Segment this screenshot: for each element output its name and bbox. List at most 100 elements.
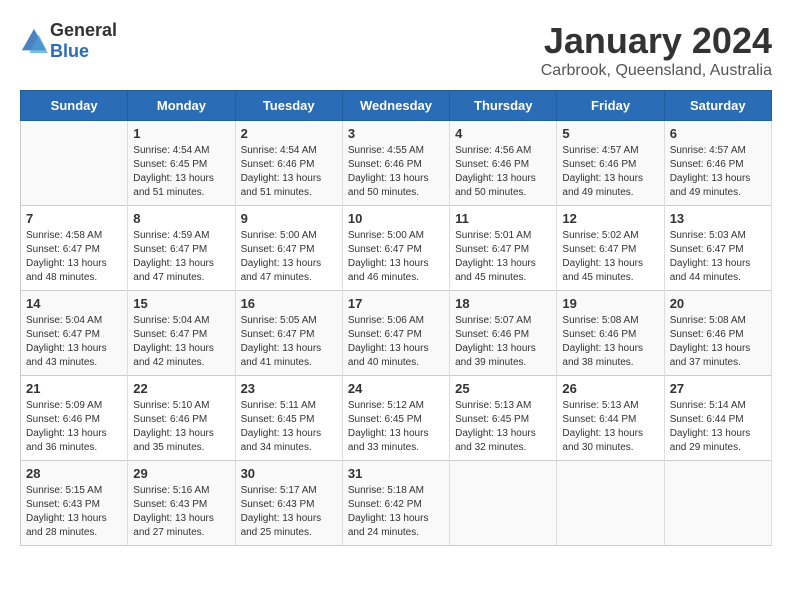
cell-content: Sunrise: 5:09 AMSunset: 6:46 PMDaylight:… xyxy=(26,399,122,455)
sunset-text: Sunset: 6:45 PM xyxy=(241,414,315,425)
daylight-text: Daylight: 13 hours and 51 minutes. xyxy=(133,173,214,198)
sunset-text: Sunset: 6:46 PM xyxy=(670,329,744,340)
sunset-text: Sunset: 6:43 PM xyxy=(241,499,315,510)
day-number: 6 xyxy=(670,126,766,141)
daylight-text: Daylight: 13 hours and 39 minutes. xyxy=(455,343,536,368)
sunset-text: Sunset: 6:46 PM xyxy=(455,329,529,340)
day-number: 15 xyxy=(133,296,229,311)
sunrise-text: Sunrise: 5:00 AM xyxy=(241,230,317,241)
weekday-header-row: SundayMondayTuesdayWednesdayThursdayFrid… xyxy=(21,91,772,121)
cell-content: Sunrise: 5:04 AMSunset: 6:47 PMDaylight:… xyxy=(26,314,122,370)
weekday-header: Friday xyxy=(557,91,664,121)
weekday-header: Tuesday xyxy=(235,91,342,121)
cell-content: Sunrise: 5:18 AM Sunset: 6:42 PM Daylight:… xyxy=(348,484,444,540)
cell-content: Sunrise: 5:08 AMSunset: 6:46 PMDaylight:… xyxy=(562,314,658,370)
day-number: 8 xyxy=(133,211,229,226)
sunrise-text: Sunrise: 5:18 AM xyxy=(348,485,424,496)
sunset-text: Sunset: 6:47 PM xyxy=(348,244,422,255)
sunrise-text: Sunrise: 5:14 AM xyxy=(670,400,746,411)
sunrise-text: Sunrise: 4:57 AM xyxy=(562,145,638,156)
day-number: 7 xyxy=(26,211,122,226)
daylight-text: Daylight: 13 hours and 27 minutes. xyxy=(133,513,214,538)
calendar-cell: 9Sunrise: 5:00 AMSunset: 6:47 PMDaylight… xyxy=(235,206,342,291)
logo-general-text: General xyxy=(50,20,117,40)
calendar-cell: 8Sunrise: 4:59 AMSunset: 6:47 PMDaylight… xyxy=(128,206,235,291)
calendar-week-row: 28Sunrise: 5:15 AMSunset: 6:43 PMDayligh… xyxy=(21,461,772,546)
month-title: January 2024 xyxy=(541,20,772,62)
weekday-header: Saturday xyxy=(664,91,771,121)
sunset-text: Sunset: 6:47 PM xyxy=(133,329,207,340)
weekday-header: Sunday xyxy=(21,91,128,121)
cell-content: Sunrise: 4:57 AMSunset: 6:46 PMDaylight:… xyxy=(562,144,658,200)
daylight-text: Daylight: 13 hours and 42 minutes. xyxy=(133,343,214,368)
cell-content: Sunrise: 5:16 AMSunset: 6:43 PMDaylight:… xyxy=(133,484,229,540)
sunset-text: Sunset: 6:42 PM xyxy=(348,499,422,510)
calendar-cell: 28Sunrise: 5:15 AMSunset: 6:43 PMDayligh… xyxy=(21,461,128,546)
day-number: 31 xyxy=(348,466,444,481)
cell-content: Sunrise: 5:01 AMSunset: 6:47 PMDaylight:… xyxy=(455,229,551,285)
sunrise-text: Sunrise: 5:11 AM xyxy=(241,400,316,411)
day-number: 3 xyxy=(348,126,444,141)
day-number: 24 xyxy=(348,381,444,396)
calendar-cell: 16Sunrise: 5:05 AMSunset: 6:47 PMDayligh… xyxy=(235,291,342,376)
sunset-text: Sunset: 6:47 PM xyxy=(455,244,529,255)
day-number: 18 xyxy=(455,296,551,311)
sunset-text: Sunset: 6:44 PM xyxy=(562,414,636,425)
day-number: 29 xyxy=(133,466,229,481)
sunrise-text: Sunrise: 5:05 AM xyxy=(241,315,317,326)
day-number: 17 xyxy=(348,296,444,311)
calendar-cell: 25Sunrise: 5:13 AMSunset: 6:45 PMDayligh… xyxy=(450,376,557,461)
calendar-cell: 22Sunrise: 5:10 AMSunset: 6:46 PMDayligh… xyxy=(128,376,235,461)
daylight-text: Daylight: 13 hours and 33 minutes. xyxy=(348,428,429,453)
sunrise-text: Sunrise: 4:58 AM xyxy=(26,230,102,241)
sunset-text: Sunset: 6:46 PM xyxy=(562,159,636,170)
day-number: 16 xyxy=(241,296,337,311)
calendar-cell xyxy=(450,461,557,546)
day-number: 2 xyxy=(241,126,337,141)
calendar-cell: 11Sunrise: 5:01 AMSunset: 6:47 PMDayligh… xyxy=(450,206,557,291)
sunset-text: Sunset: 6:44 PM xyxy=(670,414,744,425)
sunrise-text: Sunrise: 5:15 AM xyxy=(26,485,102,496)
sunrise-text: Sunrise: 5:13 AM xyxy=(455,400,531,411)
calendar-cell xyxy=(664,461,771,546)
daylight-text: Daylight: 13 hours and 47 minutes. xyxy=(133,258,214,283)
calendar-cell xyxy=(21,121,128,206)
cell-content: Sunrise: 4:54 AMSunset: 6:46 PMDaylight:… xyxy=(241,144,337,200)
daylight-text: Daylight: 13 hours and 47 minutes. xyxy=(241,258,322,283)
calendar-cell: 23Sunrise: 5:11 AMSunset: 6:45 PMDayligh… xyxy=(235,376,342,461)
day-number: 20 xyxy=(670,296,766,311)
sunset-text: Sunset: 6:46 PM xyxy=(241,159,315,170)
cell-content: Sunrise: 5:17 AMSunset: 6:43 PMDaylight:… xyxy=(241,484,337,540)
cell-content: Sunrise: 5:00 AMSunset: 6:47 PMDaylight:… xyxy=(348,229,444,285)
sunset-text: Sunset: 6:47 PM xyxy=(133,244,207,255)
sunrise-text: Sunrise: 4:54 AM xyxy=(241,145,317,156)
sunset-text: Sunset: 6:47 PM xyxy=(26,244,100,255)
sunrise-text: Sunrise: 5:10 AM xyxy=(133,400,209,411)
sunset-text: Sunset: 6:47 PM xyxy=(562,244,636,255)
day-number: 1 xyxy=(133,126,229,141)
sunset-text: Sunset: 6:43 PM xyxy=(133,499,207,510)
calendar-cell: 12Sunrise: 5:02 AMSunset: 6:47 PMDayligh… xyxy=(557,206,664,291)
sunset-text: Sunset: 6:46 PM xyxy=(670,159,744,170)
day-number: 5 xyxy=(562,126,658,141)
calendar-cell: 30Sunrise: 5:17 AMSunset: 6:43 PMDayligh… xyxy=(235,461,342,546)
day-number: 9 xyxy=(241,211,337,226)
day-number: 26 xyxy=(562,381,658,396)
day-number: 14 xyxy=(26,296,122,311)
calendar-cell: 27Sunrise: 5:14 AMSunset: 6:44 PMDayligh… xyxy=(664,376,771,461)
cell-content: Sunrise: 4:54 AMSunset: 6:45 PMDaylight:… xyxy=(133,144,229,200)
calendar-cell: 10Sunrise: 5:00 AMSunset: 6:47 PMDayligh… xyxy=(342,206,449,291)
weekday-header: Monday xyxy=(128,91,235,121)
daylight-text: Daylight: 13 hours and 37 minutes. xyxy=(670,343,751,368)
daylight-text: Daylight: 13 hours and 46 minutes. xyxy=(348,258,429,283)
daylight-text: Daylight: 13 hours and 24 minutes. xyxy=(348,513,429,538)
calendar-cell: 14 Sunrise: 5:04 AMSunset: 6:47 PMDayligh… xyxy=(21,291,128,376)
sunrise-text: Sunrise: 4:57 AM xyxy=(670,145,746,156)
daylight-text: Daylight: 13 hours and 36 minutes. xyxy=(26,428,107,453)
calendar-cell: 24Sunrise: 5:12 AMSunset: 6:45 PMDayligh… xyxy=(342,376,449,461)
title-section: January 2024 Carbrook, Queensland, Austr… xyxy=(541,20,772,80)
sunrise-text: Sunrise: 5:17 AM xyxy=(241,485,317,496)
cell-content: Sunrise: 5:15 AMSunset: 6:43 PMDaylight:… xyxy=(26,484,122,540)
daylight-text: Daylight: 13 hours and 48 minutes. xyxy=(26,258,107,283)
day-number: 22 xyxy=(133,381,229,396)
